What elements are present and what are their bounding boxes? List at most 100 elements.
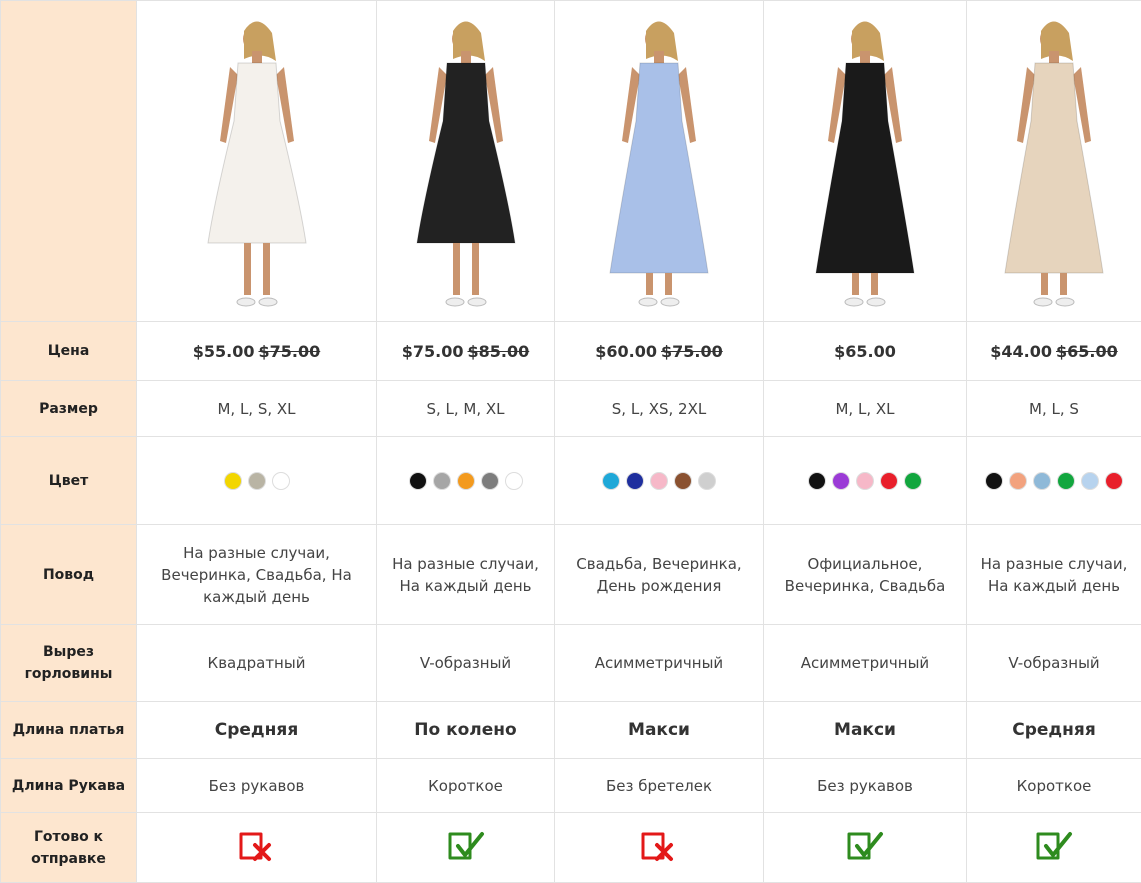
model-shoe — [639, 298, 657, 306]
cell-image[interactable] — [764, 1, 967, 322]
cell-occasion: На разные случаи, На каждый день — [377, 525, 555, 625]
price-old: $85.00 — [468, 342, 530, 361]
color-swatch[interactable] — [626, 472, 644, 490]
color-swatch[interactable] — [224, 472, 242, 490]
row-label-price: Цена — [1, 322, 137, 381]
row-size: РазмерM, L, S, XLS, L, M, XLS, L, XS, 2X… — [1, 381, 1141, 437]
length-text: Средняя — [137, 720, 376, 740]
color-swatch[interactable] — [1009, 472, 1027, 490]
size-list: M, L, S, XL — [137, 398, 376, 420]
cell-size: M, L, S, XL — [137, 381, 377, 437]
dress-shape — [208, 63, 306, 243]
dress-photo — [182, 11, 332, 311]
dress-photo — [979, 11, 1129, 311]
cell-image[interactable] — [967, 1, 1141, 322]
row-label-image — [1, 1, 137, 322]
color-swatch[interactable] — [650, 472, 668, 490]
occasion-text: Официальное, Вечеринка, Свадьба — [764, 553, 966, 597]
sleeve-text: Короткое — [377, 775, 554, 797]
cell-length: Макси — [764, 702, 967, 759]
dress-photo — [584, 11, 734, 311]
price-old: $75.00 — [661, 342, 723, 361]
cell-size: S, L, XS, 2XL — [555, 381, 764, 437]
model-neck — [654, 51, 664, 63]
color-swatch[interactable] — [409, 472, 427, 490]
row-sleeve: Длина РукаваБез рукавовКороткоеБез брете… — [1, 759, 1141, 813]
neckline-text: Квадратный — [137, 652, 376, 674]
row-color: Цвет — [1, 437, 1141, 525]
color-swatch[interactable] — [1081, 472, 1099, 490]
model-shoe — [468, 298, 486, 306]
cell-price: $65.00 — [764, 322, 967, 381]
color-swatch[interactable] — [1057, 472, 1075, 490]
cell-length: Макси — [555, 702, 764, 759]
color-swatch[interactable] — [457, 472, 475, 490]
row-price: Цена$55.00$75.00$75.00$85.00$60.00$75.00… — [1, 322, 1141, 381]
cell-sleeve: Без бретелек — [555, 759, 764, 813]
not-ready-x-icon — [237, 830, 277, 862]
size-list: S, L, M, XL — [377, 398, 554, 420]
length-text: По колено — [377, 720, 554, 740]
model-leg — [1041, 273, 1048, 295]
color-swatch[interactable] — [272, 472, 290, 490]
dress-photo — [790, 11, 940, 311]
cell-occasion: Официальное, Вечеринка, Свадьба — [764, 525, 967, 625]
color-swatch[interactable] — [248, 472, 266, 490]
comparison-table: Цена$55.00$75.00$75.00$85.00$60.00$75.00… — [0, 0, 1141, 883]
price-current: $44.00 — [990, 342, 1052, 361]
cell-sleeve: Без рукавов — [764, 759, 967, 813]
ready-check-icon — [1034, 830, 1074, 862]
model-leg — [1060, 273, 1067, 295]
cell-image[interactable] — [555, 1, 764, 322]
color-swatches — [137, 472, 376, 490]
row-image — [1, 1, 1141, 322]
neckline-text: Асимметричный — [555, 652, 763, 674]
dress-shape — [417, 63, 515, 243]
color-swatch[interactable] — [698, 472, 716, 490]
row-label-occasion: Повод — [1, 525, 137, 625]
color-swatch[interactable] — [880, 472, 898, 490]
sleeve-text: Короткое — [967, 775, 1141, 797]
row-label-size: Размер — [1, 381, 137, 437]
cell-color — [377, 437, 555, 525]
cell-occasion: На разные случаи, На каждый день — [967, 525, 1141, 625]
row-length: Длина платьяСредняяПо коленоМаксиМаксиСр… — [1, 702, 1141, 759]
size-list: M, L, XL — [764, 398, 966, 420]
cell-occasion: На разные случаи, Вечеринка, Свадьба, На… — [137, 525, 377, 625]
dress-shape — [610, 63, 708, 273]
color-swatch[interactable] — [904, 472, 922, 490]
row-occasion: ПоводНа разные случаи, Вечеринка, Свадьб… — [1, 525, 1141, 625]
cell-ready — [377, 813, 555, 883]
color-swatch[interactable] — [808, 472, 826, 490]
cell-sleeve: Без рукавов — [137, 759, 377, 813]
model-leg — [263, 243, 270, 295]
cell-image[interactable] — [137, 1, 377, 322]
color-swatch[interactable] — [1033, 472, 1051, 490]
color-swatch[interactable] — [985, 472, 1003, 490]
color-swatch[interactable] — [602, 472, 620, 490]
model-neck — [860, 51, 870, 63]
color-swatch[interactable] — [856, 472, 874, 490]
price-old: $65.00 — [1056, 342, 1118, 361]
cell-image[interactable] — [377, 1, 555, 322]
neckline-text: Асимметричный — [764, 652, 966, 674]
price-current: $60.00 — [595, 342, 657, 361]
color-swatch[interactable] — [1105, 472, 1123, 490]
cell-price: $60.00$75.00 — [555, 322, 764, 381]
color-swatch[interactable] — [674, 472, 692, 490]
color-swatch[interactable] — [505, 472, 523, 490]
cell-length: По колено — [377, 702, 555, 759]
size-list: M, L, S — [967, 398, 1141, 420]
model-leg — [472, 243, 479, 295]
model-leg — [665, 273, 672, 295]
model-shoe — [661, 298, 679, 306]
cell-color — [137, 437, 377, 525]
cell-sleeve: Короткое — [967, 759, 1141, 813]
color-swatch[interactable] — [433, 472, 451, 490]
row-ready: Готово к отправке — [1, 813, 1141, 883]
color-swatch[interactable] — [481, 472, 499, 490]
length-text: Макси — [555, 720, 763, 740]
model-neck — [1049, 51, 1059, 63]
row-label-length: Длина платья — [1, 702, 137, 759]
color-swatch[interactable] — [832, 472, 850, 490]
